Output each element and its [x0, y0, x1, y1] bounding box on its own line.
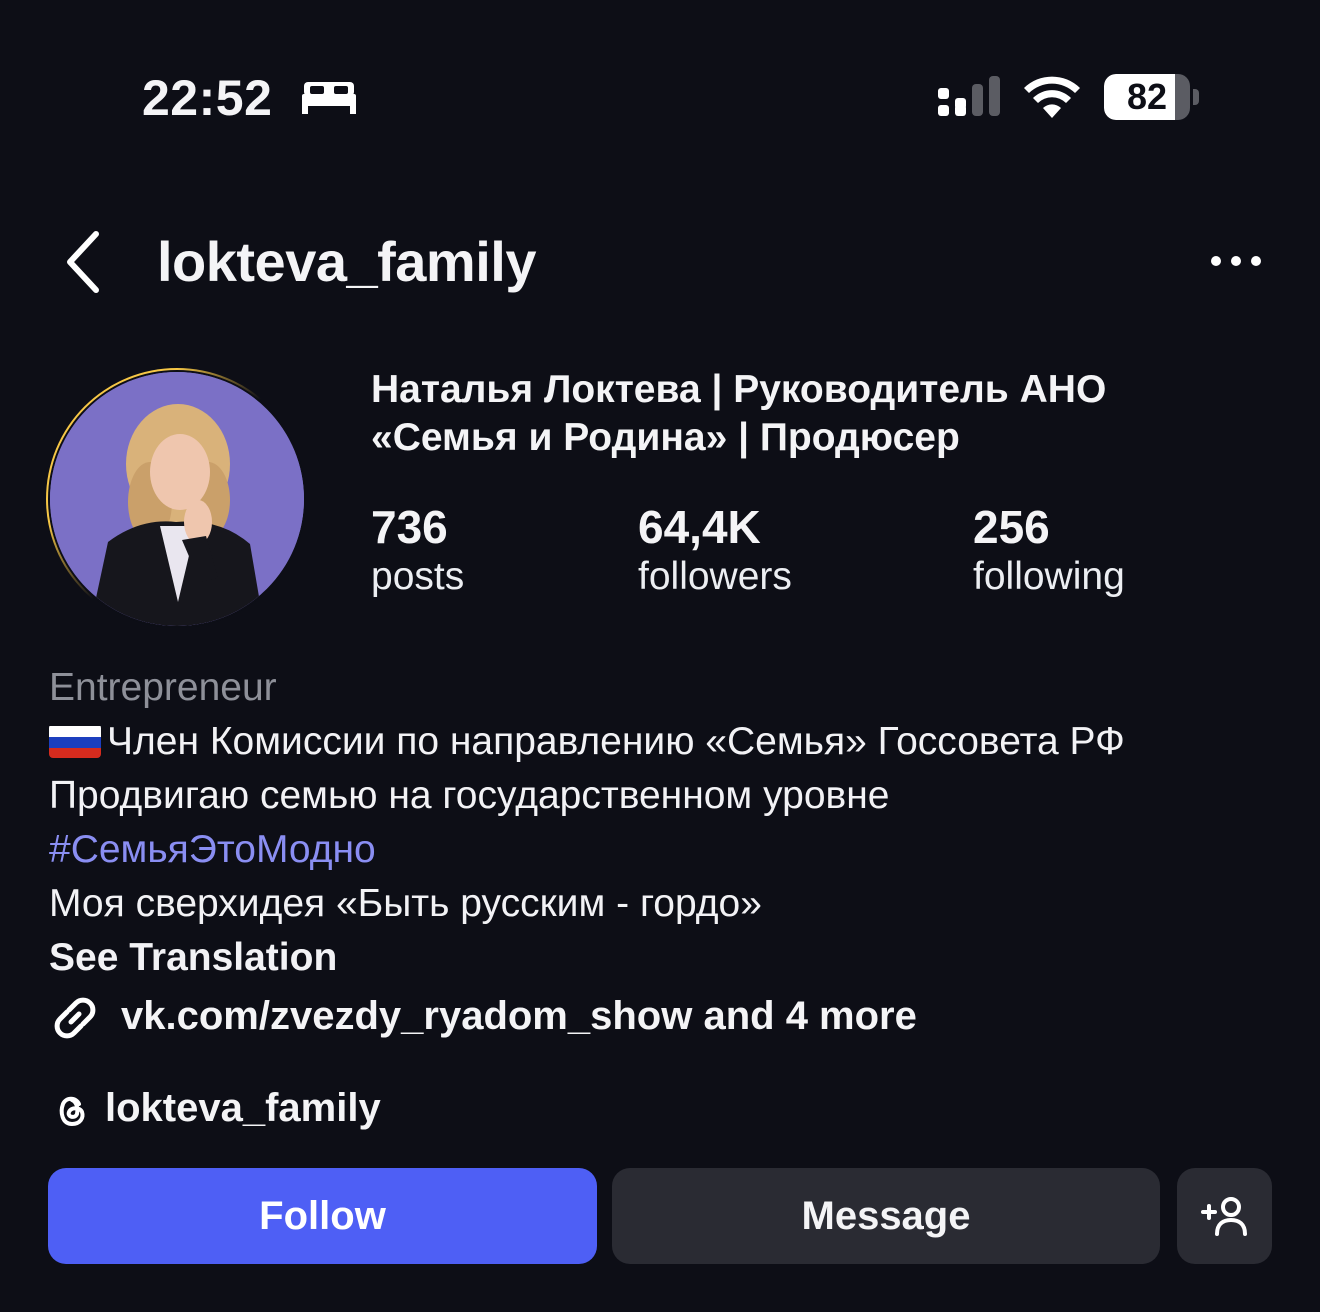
avatar-portrait-icon	[50, 372, 304, 626]
profile-category: Entrepreneur	[49, 666, 277, 709]
profile-link-text: vk.com/zvezdy_ryadom_show and 4 more	[121, 994, 917, 1038]
more-options-icon[interactable]	[1208, 250, 1264, 272]
status-time: 22:52	[142, 70, 273, 126]
profile-full-name: Наталья Локтева | Руководитель АНО «Семь…	[371, 366, 1271, 462]
add-person-icon	[1201, 1197, 1247, 1236]
stat-followers-count: 64,4K	[638, 501, 761, 553]
stat-posts[interactable]: 736 posts	[371, 500, 464, 600]
profile-screen: 22:52 82 lokteva_family Наталья Локтева …	[0, 0, 1320, 1312]
threads-handle: lokteva_family	[105, 1086, 381, 1130]
stat-following[interactable]: 256 following	[973, 500, 1125, 600]
wifi-icon	[1024, 76, 1080, 118]
battery-icon: 82	[1104, 74, 1200, 120]
stat-followers-label: followers	[638, 555, 792, 598]
battery-level: 82	[1126, 76, 1168, 117]
bio-hashtag-link[interactable]: #СемьяЭтоМодно	[49, 826, 376, 874]
bio-line-1: Член Комиссии по направлению «Семья» Гос…	[49, 718, 1125, 766]
follow-button[interactable]: Follow	[48, 1168, 597, 1264]
stat-following-count: 256	[973, 501, 1050, 553]
bed-icon	[302, 82, 356, 114]
stat-following-label: following	[973, 555, 1125, 598]
avatar[interactable]	[50, 372, 304, 626]
see-translation-link[interactable]: See Translation	[49, 934, 337, 982]
stat-followers[interactable]: 64,4K followers	[638, 500, 792, 600]
full-name-line-2: «Семья и Родина» | Продюсер	[371, 416, 960, 459]
header-username: lokteva_family	[157, 230, 536, 293]
link-icon	[54, 997, 96, 1039]
cellular-signal-icon	[938, 76, 1000, 116]
bio-line-2: Продвигаю семью на государственном уровн…	[49, 774, 890, 817]
battery-cap	[1193, 89, 1199, 105]
battery-body: 82	[1104, 74, 1190, 120]
stat-posts-count: 736	[371, 501, 448, 553]
message-button[interactable]: Message	[612, 1168, 1160, 1264]
back-chevron-icon[interactable]	[62, 230, 106, 294]
suggest-people-button[interactable]	[1177, 1168, 1272, 1264]
threads-icon	[59, 1096, 85, 1127]
bio-line-4: Моя сверхидея «Быть русским - гордо»	[49, 882, 762, 925]
full-name-line-1: Наталья Локтева | Руководитель АНО	[371, 368, 1107, 411]
stat-posts-label: posts	[371, 555, 465, 598]
russian-flag-icon	[49, 724, 101, 758]
bio-line-1-text: Член Комиссии по направлению «Семья» Гос…	[107, 720, 1125, 763]
